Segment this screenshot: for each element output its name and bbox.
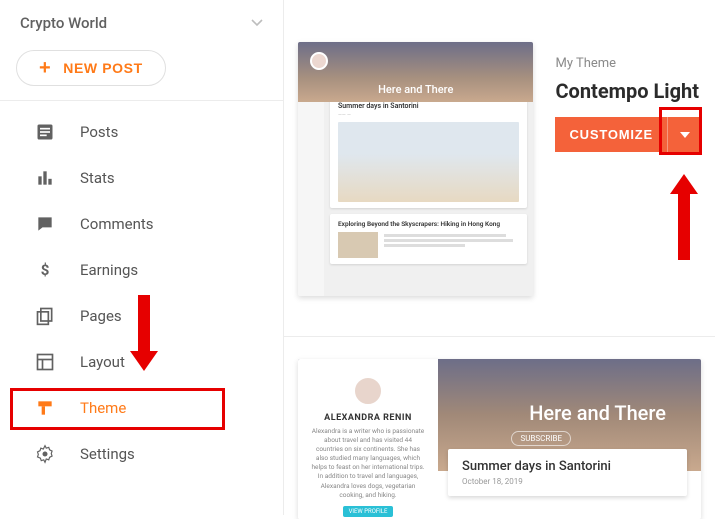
new-post-label: NEW POST (63, 60, 142, 76)
sidebar-item-theme[interactable]: Theme (0, 385, 283, 431)
earnings-icon: $ (34, 259, 56, 281)
sidebar-item-label: Earnings (80, 261, 138, 279)
sidebar-nav: Posts Stats Comments $ Earnings Pages (0, 101, 283, 477)
sidebar: Crypto World + NEW POST Posts Stats (0, 0, 284, 515)
theme-icon (34, 397, 56, 419)
sidebar-item-pages[interactable]: Pages (0, 293, 283, 339)
avatar-icon (352, 375, 384, 407)
preview-post-date: October 18, 2019 (462, 477, 673, 486)
sidebar-item-label: Pages (80, 307, 122, 325)
customize-label: CUSTOMIZE (569, 127, 653, 142)
sidebar-item-posts[interactable]: Posts (0, 109, 283, 155)
thumbnail-blog-title: Here and There (378, 83, 453, 96)
customize-button-group: CUSTOMIZE (555, 117, 701, 152)
pages-icon (34, 305, 56, 327)
layout-icon (34, 351, 56, 373)
avatar-icon (310, 52, 328, 70)
current-theme-name: Contempo Light (555, 79, 701, 103)
preview-post-card: Summer days in Santorini October 18, 201… (448, 449, 687, 496)
sidebar-item-label: Stats (80, 169, 115, 187)
caret-down-icon (251, 19, 263, 27)
comments-icon (34, 213, 56, 235)
sidebar-item-label: Comments (80, 215, 154, 233)
sidebar-item-comments[interactable]: Comments (0, 201, 283, 247)
sidebar-item-settings[interactable]: Settings (0, 431, 283, 477)
thumbnail-header: Here and There (298, 42, 533, 102)
sidebar-item-label: Layout (80, 353, 125, 371)
blog-name: Crypto World (20, 14, 107, 32)
theme-info: My Theme Contempo Light CUSTOMIZE (555, 42, 701, 296)
preview-post-title: Summer days in Santorini (462, 459, 673, 474)
thumbnail-content: Summer days in Santorini —— — Exploring … (324, 102, 533, 296)
stats-icon (34, 167, 56, 189)
section-label: My Theme (555, 56, 701, 71)
new-post-row: + NEW POST (0, 42, 283, 101)
image-placeholder-icon (338, 122, 519, 202)
settings-icon (34, 443, 56, 465)
svg-text:$: $ (41, 261, 50, 279)
sidebar-item-label: Settings (80, 445, 135, 463)
thumbnail-post-card: Summer days in Santorini —— — (330, 96, 527, 208)
posts-icon (34, 121, 56, 143)
view-profile-pill: VIEW PROFILE (343, 506, 394, 517)
preview-sidebar: ALEXANDRA RENIN Alexandra is a writer wh… (298, 359, 438, 519)
thumbnail-sidebar (298, 102, 324, 296)
customize-dropdown-button[interactable] (667, 117, 701, 152)
sidebar-item-layout[interactable]: Layout (0, 339, 283, 385)
preview-blog-title: Here and There (529, 401, 666, 425)
thumbnail-body: Summer days in Santorini —— — Exploring … (298, 102, 533, 296)
customize-button[interactable]: CUSTOMIZE (555, 117, 667, 152)
theme-large-preview[interactable]: Here and There SUBSCRIBE ALEXANDRA RENIN… (298, 359, 701, 519)
blog-selector[interactable]: Crypto World (0, 0, 283, 42)
sidebar-item-stats[interactable]: Stats (0, 155, 283, 201)
caret-down-icon (680, 132, 690, 138)
thumbnail-post2-title: Exploring Beyond the Skyscrapers: Hiking… (338, 220, 519, 228)
thumbnail-post1-title: Summer days in Santorini (338, 102, 519, 110)
thumbnail-post-card: Exploring Beyond the Skyscrapers: Hiking… (330, 214, 527, 264)
my-theme-section: Here and There Summer days in Santorini … (284, 0, 715, 337)
subscribe-pill: SUBSCRIBE (511, 431, 571, 446)
image-placeholder-icon (338, 232, 378, 258)
preview-author-name: ALEXANDRA RENIN (310, 413, 426, 423)
new-post-button[interactable]: + NEW POST (16, 50, 166, 86)
theme-thumbnail[interactable]: Here and There Summer days in Santorini … (298, 42, 533, 296)
sidebar-item-earnings[interactable]: $ Earnings (0, 247, 283, 293)
sidebar-item-label: Posts (80, 123, 118, 141)
sidebar-item-label: Theme (80, 399, 126, 417)
preview-author-bio: Alexandra is a writer who is passionate … (310, 427, 426, 500)
main-panel: Here and There Summer days in Santorini … (284, 0, 715, 515)
